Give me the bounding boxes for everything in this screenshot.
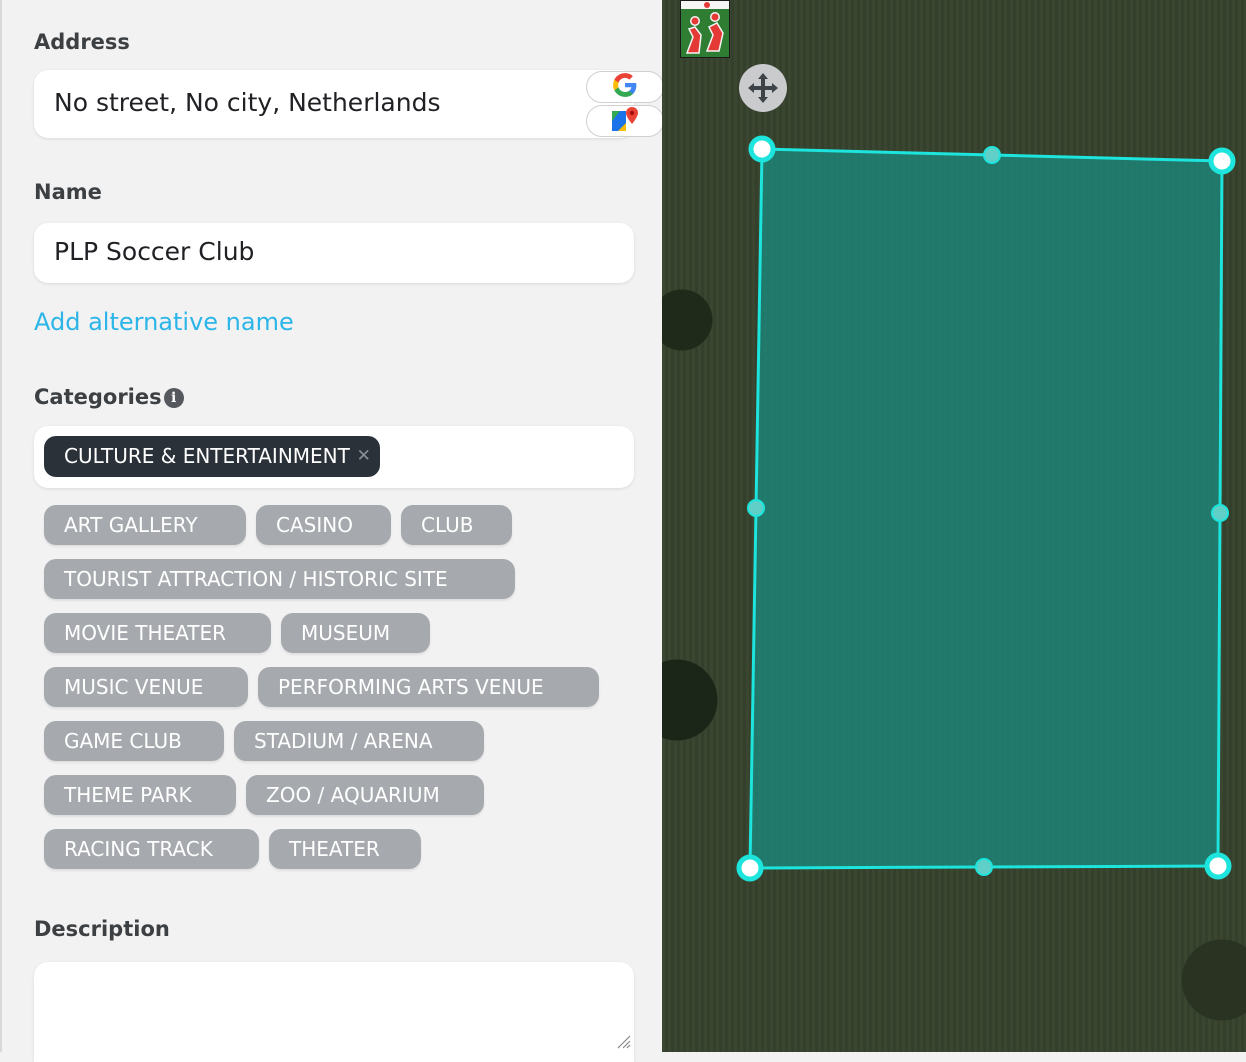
corner-handle-top-left[interactable] xyxy=(748,135,776,163)
midpoint-handle-left[interactable] xyxy=(747,499,765,517)
midpoint-handle-bottom[interactable] xyxy=(975,858,993,876)
midpoint-handle-right[interactable] xyxy=(1211,504,1229,522)
area-polygon-editor[interactable] xyxy=(0,0,1246,1052)
corner-handle-bottom-left[interactable] xyxy=(736,854,764,882)
corner-handle-top-right[interactable] xyxy=(1208,147,1236,175)
midpoint-handle-top[interactable] xyxy=(983,146,1001,164)
corner-handle-bottom-right[interactable] xyxy=(1204,852,1232,880)
area-polygon[interactable] xyxy=(748,147,1224,870)
